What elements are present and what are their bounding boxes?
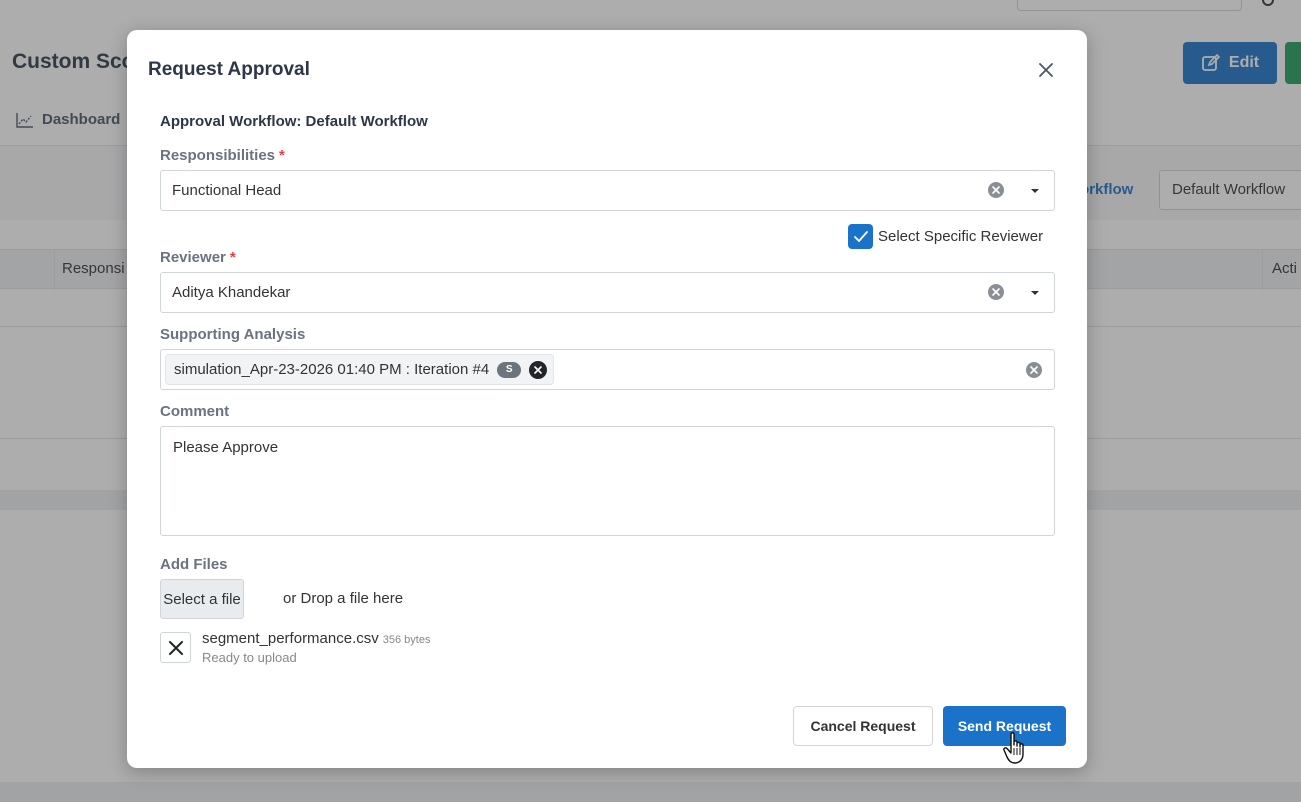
required-mark: *	[279, 147, 285, 164]
close-icon	[168, 640, 183, 655]
remove-tag-icon[interactable]	[529, 360, 548, 379]
supporting-analysis-multiselect[interactable]: simulation_Apr-23-2026 01:40 PM : Iterat…	[160, 349, 1055, 390]
select-file-button[interactable]: Select a file	[160, 579, 244, 619]
file-size: 356 bytes	[382, 634, 431, 646]
analysis-tag: simulation_Apr-23-2026 01:40 PM : Iterat…	[165, 354, 555, 385]
comment-label: Comment	[160, 403, 230, 420]
modal-title: Request Approval	[148, 59, 310, 80]
reviewer-label: Reviewer *	[160, 249, 236, 266]
specific-reviewer-checkbox[interactable]	[848, 224, 873, 249]
hand-cursor-icon	[1003, 732, 1024, 764]
drop-zone-text[interactable]: or Drop a file here	[283, 590, 403, 607]
file-name: segment_performance.csv	[202, 630, 379, 647]
reviewer-value: Aditya Khandekar	[172, 284, 291, 301]
chevron-down-icon[interactable]	[1029, 187, 1041, 195]
select-file-button-label: Select a file	[163, 590, 241, 608]
specific-reviewer-label: Select Specific Reviewer	[878, 228, 1044, 245]
responsibilities-select[interactable]: Functional Head	[160, 170, 1055, 211]
close-button[interactable]	[1035, 59, 1057, 81]
close-icon	[1039, 63, 1053, 77]
cancel-request-button[interactable]: Cancel Request	[793, 706, 933, 746]
specific-reviewer-toggle[interactable]: Select Specific Reviewer	[848, 224, 1043, 249]
cancel-request-label: Cancel Request	[810, 718, 916, 734]
request-approval-modal: Request Approval Approval Workflow: Defa…	[127, 30, 1087, 768]
reviewer-label-text: Reviewer	[160, 249, 226, 266]
responsibilities-label-text: Responsibilities	[160, 147, 276, 164]
clear-icon[interactable]	[1026, 362, 1042, 378]
comment-textarea[interactable]: Please Approve	[160, 426, 1055, 536]
responsibilities-label: Responsibilities *	[160, 147, 285, 164]
responsibilities-value: Functional Head	[172, 182, 282, 199]
file-item: segment_performance.csv 356 bytes	[202, 630, 430, 647]
analysis-tag-badge: S	[497, 361, 522, 378]
add-files-label: Add Files	[160, 556, 228, 573]
required-mark: *	[229, 249, 236, 266]
check-icon	[853, 230, 868, 242]
remove-file-button[interactable]	[160, 632, 191, 663]
reviewer-select[interactable]: Aditya Khandekar	[160, 272, 1055, 313]
workflow-heading: Approval Workflow: Default Workflow	[160, 113, 428, 130]
clear-icon[interactable]	[988, 182, 1004, 198]
analysis-tag-text: simulation_Apr-23-2026 01:40 PM : Iterat…	[174, 361, 490, 378]
clear-icon[interactable]	[988, 284, 1004, 300]
supporting-analysis-label: Supporting Analysis	[160, 326, 306, 343]
file-status: Ready to upload	[202, 650, 297, 665]
chevron-down-icon[interactable]	[1029, 289, 1041, 297]
